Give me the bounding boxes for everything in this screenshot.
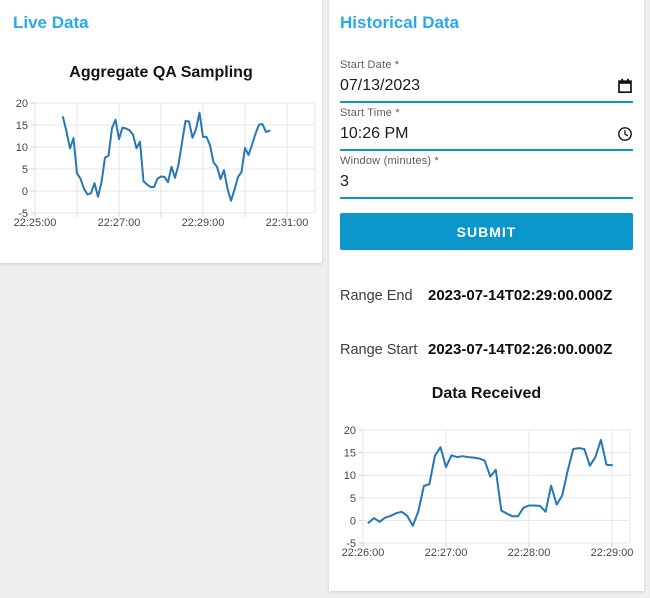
live-chart: -50510152022:25:00 22:27:00 22:29:00 22:31:… (14, 98, 316, 229)
svg-text:20: 20 (16, 98, 28, 110)
data-received-chart: -50510152022:26:00 22:27:00 22:28:00 22:29:… (342, 425, 634, 559)
start-date-label: Start Date * (340, 59, 400, 71)
svg-text:22:31:00: 22:31:00 (266, 217, 309, 229)
start-time-field-group: Start Time * (340, 107, 633, 151)
svg-text:0: 0 (22, 186, 28, 198)
svg-text:22:28:00: 22:28:00 (508, 547, 551, 559)
range-end-row: Range End 2023-07-14T02:29:00.000Z (340, 287, 612, 304)
range-end-value: 2023-07-14T02:29:00.000Z (428, 287, 613, 304)
live-data-heading: Live Data (13, 13, 89, 32)
historical-data-heading: Historical Data (340, 13, 460, 32)
start-date-underline (340, 101, 633, 103)
svg-text:22:27:00: 22:27:00 (425, 547, 468, 559)
clock-icon[interactable] (617, 126, 633, 142)
range-start-value: 2023-07-14T02:26:00.000Z (428, 341, 613, 358)
range-start-label: Range Start (340, 342, 418, 358)
start-date-field-group: Start Date * (340, 59, 633, 103)
svg-text:20: 20 (344, 425, 356, 437)
range-start-row: Range Start 2023-07-14T02:26:00.000Z (340, 341, 612, 358)
start-time-label: Start Time * (340, 107, 400, 119)
window-minutes-input[interactable] (340, 171, 633, 193)
window-minutes-field-group: Window (minutes) * (340, 155, 633, 199)
start-time-input[interactable] (340, 123, 617, 145)
svg-text:22:29:00: 22:29:00 (591, 547, 634, 559)
start-time-underline (340, 149, 633, 151)
calendar-icon[interactable] (617, 78, 633, 94)
svg-text:22:27:00: 22:27:00 (98, 217, 141, 229)
range-end-label: Range End (340, 288, 413, 304)
historical-data-panel: Historical Data Start Date * Start Time … (329, 0, 644, 591)
svg-text:22:25:00: 22:25:00 (14, 217, 57, 229)
window-minutes-underline (340, 197, 633, 199)
live-data-panel: Live Data Aggregate QA Sampling -5 0 5 10 15… (0, 0, 322, 263)
svg-text:22:29:00: 22:29:00 (182, 217, 225, 229)
svg-text:15: 15 (344, 448, 356, 460)
data-received-chart-title: Data Received (431, 385, 542, 402)
svg-text:10: 10 (344, 470, 356, 482)
svg-text:5: 5 (350, 493, 356, 505)
svg-text:15: 15 (16, 120, 28, 132)
submit-button[interactable]: SUBMIT (340, 213, 633, 250)
svg-text:10: 10 (16, 142, 28, 154)
svg-text:5: 5 (22, 164, 28, 176)
start-date-input[interactable] (340, 75, 617, 97)
window-minutes-label: Window (minutes) * (340, 155, 439, 167)
svg-text:22:26:00: 22:26:00 (342, 547, 385, 559)
live-chart-title: Aggregate QA Sampling (69, 64, 253, 81)
svg-text:0: 0 (350, 515, 356, 527)
